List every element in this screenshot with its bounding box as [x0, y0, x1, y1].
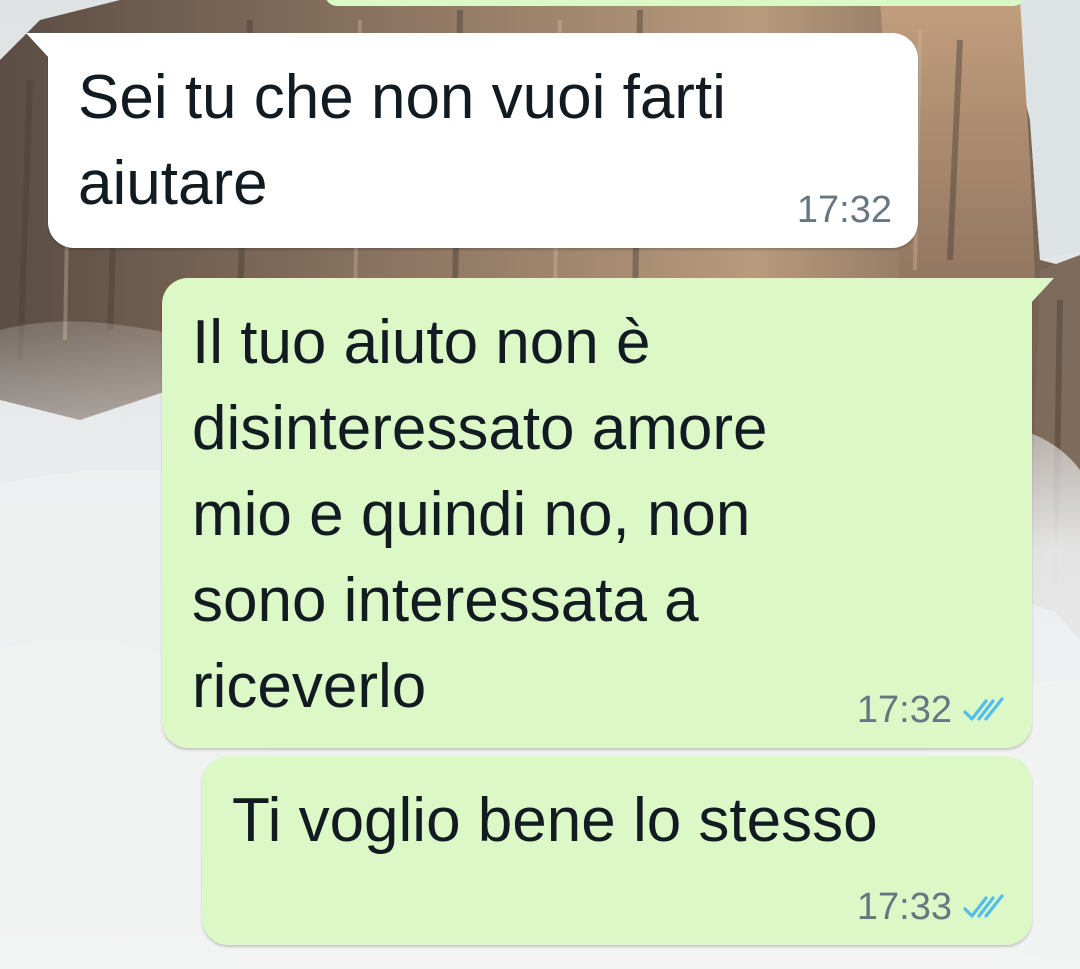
message-meta: 17:33 — [857, 886, 1006, 929]
outgoing-message-bubble[interactable]: Il tuo aiuto non è disinteressato amore … — [162, 278, 1054, 748]
outgoing-message-bubble[interactable]: Ti voglio bene lo stesso 17:33 — [202, 756, 1032, 945]
message-text: Sei tu che non vuoi farti aiutare — [78, 63, 726, 218]
message-text: Ti voglio bene lo stesso — [232, 786, 878, 855]
double-check-icon — [963, 696, 1004, 721]
message-text: Il tuo aiuto non è disinteressato amore … — [192, 308, 768, 721]
bubble-tail — [1030, 278, 1054, 304]
message-meta: 17:32 — [857, 689, 1006, 732]
message-time: 17:32 — [856, 689, 952, 731]
message-time: 17:33 — [856, 886, 952, 928]
chat-screen: { "conversation": { "messages": [ { "dir… — [0, 0, 1080, 969]
double-check-icon — [963, 893, 1004, 918]
incoming-message-bubble[interactable]: Sei tu che non vuoi farti aiutare 17:32 — [26, 33, 918, 248]
message-time: 17:32 — [796, 189, 892, 231]
message-meta: 17:32 — [797, 189, 892, 232]
previous-message-bubble-edge — [325, 0, 1025, 6]
bubble-tail — [26, 33, 50, 59]
